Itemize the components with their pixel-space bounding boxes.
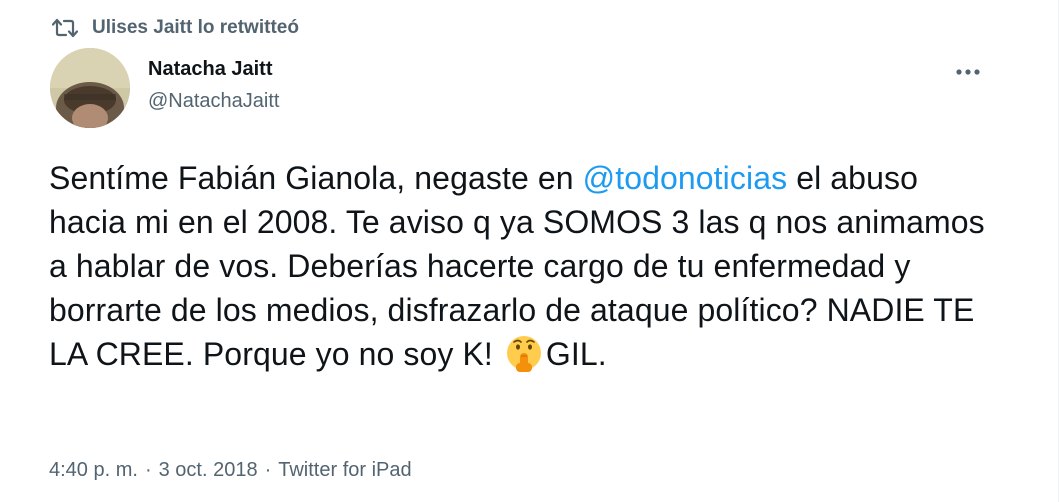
meta-separator: ·: [264, 459, 272, 481]
retweet-label: Ulises Jaitt lo retwitteó: [92, 17, 299, 38]
tweet-date[interactable]: 3 oct. 2018: [159, 459, 258, 482]
author-name[interactable]: Natacha Jaitt: [148, 58, 273, 81]
mention-link[interactable]: @todonoticias: [583, 160, 788, 196]
more-options-button[interactable]: [944, 54, 992, 90]
retweet-icon: [52, 16, 78, 40]
meta-separator: ·: [144, 459, 152, 481]
author-handle[interactable]: @NatachaJaitt: [148, 90, 279, 113]
tweet-text-start: Sentíme Fabián Gianola, negaste en: [49, 160, 583, 196]
tweet-text-end: GIL.: [545, 336, 607, 372]
tweet-card: Ulises Jaitt lo retwitteó Natacha Jaitt …: [0, 0, 1059, 502]
retweet-indicator[interactable]: Ulises Jaitt lo retwitteó: [52, 14, 299, 42]
tweet-source[interactable]: Twitter for iPad: [278, 459, 411, 482]
tweet-time[interactable]: 4:40 p. m.: [49, 459, 138, 482]
shushing-face-emoji-icon: [504, 333, 544, 373]
more-options-icon: [955, 63, 981, 81]
tweet-meta: 4:40 p. m. · 3 oct. 2018 · Twitter for i…: [49, 459, 412, 482]
tweet-text: Sentíme Fabián Gianola, negaste en @todo…: [49, 156, 989, 376]
avatar[interactable]: [50, 48, 130, 128]
